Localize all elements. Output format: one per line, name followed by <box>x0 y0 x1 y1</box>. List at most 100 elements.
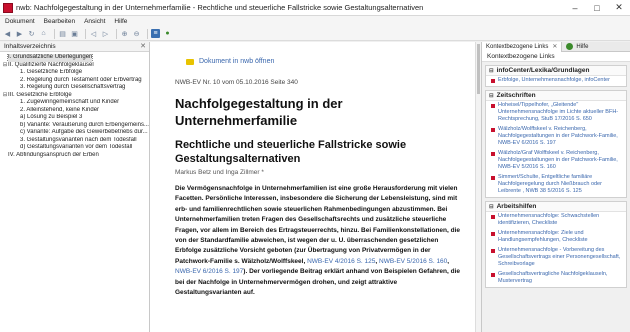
toc-item-label: 1. Zugewinngemeinschaft und Kinder <box>20 99 120 105</box>
menu-hilfe[interactable]: Hilfe <box>114 18 127 25</box>
context-link-label: Hoheisel/Tippelhofer, „Gleitende" Untern… <box>498 102 619 122</box>
collapse-icon[interactable]: ⊟ <box>489 202 494 212</box>
link-section: ⊟ Zeitschriften Hoheisel/Tippelhofer, „Gle… <box>485 90 627 198</box>
toc-item[interactable]: ⊟ II. Qualifizierte Nachfolgeklausel <box>2 62 149 70</box>
toc-item-label: a) Lösung zu Beispiel 3 <box>20 114 83 120</box>
link-section-title: Zeitschriften <box>496 91 536 99</box>
toc-item-label: 3. Gestaltungsvarianten nach dem Todesfa… <box>20 136 137 143</box>
toc-item[interactable]: 1. Zugewinngemeinschaft und Kinder <box>2 99 149 107</box>
document-subtitle: Rechtliche und steuerliche Fallstricke s… <box>175 139 407 165</box>
link-section-title: Arbeitshilfen <box>496 202 537 210</box>
context-link[interactable]: Hoheisel/Tippelhofer, „Gleitende" Untern… <box>486 101 626 125</box>
scrollbar-thumb[interactable] <box>477 44 480 94</box>
toolbar-separator <box>85 28 86 39</box>
context-link-label: Wälzholz/Graf Wolffskeel v. Reichenberg,… <box>498 150 618 170</box>
info-icon[interactable]: ● <box>163 29 172 38</box>
window-title: nwb: Nachfolgegestaltung in der Unterneh… <box>16 3 424 12</box>
ref-link-2[interactable]: NWB-EV 5/2016 S. 160 <box>379 258 447 265</box>
context-link[interactable]: Simmert/Schulte, Entgeltliche familiäre … <box>486 173 626 197</box>
forward-icon[interactable]: ▶ <box>15 29 24 38</box>
body-sep-2: , <box>447 257 450 265</box>
link-section-header[interactable]: ⊟ infoCenter/Lexika/Grundlagen <box>486 66 626 76</box>
toc-item-label: I. Grundsätzliche Überlegungen <box>6 54 94 62</box>
toc-item-label: d) Gestaltungsvarianten vor dem Todesfal… <box>20 144 133 150</box>
print-icon[interactable]: ▤ <box>58 29 67 38</box>
home-icon[interactable]: ⌂ <box>39 29 48 38</box>
key-icon <box>186 58 194 65</box>
ref-link-3[interactable]: NWB-EV 6/2016 S. 197 <box>175 268 243 275</box>
toc-panel-close-icon[interactable]: ✕ <box>140 42 146 52</box>
bullet-icon <box>491 152 495 156</box>
toc-item[interactable]: ⊟ III. Gesetzliche Erbfolge <box>2 92 149 100</box>
bullet-icon <box>491 79 495 83</box>
toc-item[interactable]: 2. Regelung durch Testament oder Erbvert… <box>2 77 149 85</box>
collapse-icon[interactable]: ⊟ <box>489 91 494 101</box>
help-globe-icon <box>566 43 574 50</box>
link-section: ⊟ infoCenter/Lexika/Grundlagen Erbfolge, U… <box>485 65 627 87</box>
toc-item[interactable]: 2. Alleinstehend, keine Kinder <box>2 107 149 115</box>
context-link[interactable]: Wälzholz/Graf Wolffskeel v. Reichenberg,… <box>486 149 626 173</box>
toc-item-label: IV. Abfindungsanspruch der Erben <box>8 151 99 158</box>
bullet-icon <box>491 273 495 277</box>
toc-item[interactable]: c) Variante: Aufgabe des Gewerbebetriebs… <box>2 129 149 137</box>
context-links-panel: Kontextbezogene Links ✕ Hilfe Kontextbez… <box>481 41 630 332</box>
toc-tree: I. Grundsätzliche Überlegungen ⊟ II. Quali… <box>0 52 149 159</box>
toc-panel-header: Inhaltsverzeichnis ✕ <box>0 42 149 52</box>
context-link-label: Simmert/Schulte, Entgeltliche familiäre … <box>498 174 602 194</box>
toc-item[interactable]: b) Variante: Veräußerung durch Erbengeme… <box>2 122 149 130</box>
toc-item[interactable]: 1. Gesetzliche Erbfolge <box>2 69 149 77</box>
context-link[interactable]: Wälzholz/Wolffskeel v. Reichenberg, Nach… <box>486 125 626 149</box>
back-icon[interactable]: ◀ <box>3 29 12 38</box>
menu-dokument[interactable]: Dokument <box>5 18 35 25</box>
bullet-icon <box>491 176 495 180</box>
tab-context-links[interactable]: Kontextbezogene Links ✕ <box>482 41 563 52</box>
app-icon <box>3 2 13 13</box>
toc-item[interactable]: 3. Regelung durch Gesellschaftsvertrag <box>2 84 149 92</box>
context-links-subheader: Kontextbezogene Links <box>482 52 630 62</box>
close-button[interactable]: ✕ <box>608 0 630 16</box>
context-link-label: Wälzholz/Wolffskeel v. Reichenberg, Nach… <box>498 126 618 146</box>
toc-item-label: c) Variante: Aufgabe des Gewerbebetriebs… <box>20 129 148 135</box>
bullet-icon <box>491 232 495 236</box>
menu-ansicht[interactable]: Ansicht <box>84 18 105 25</box>
context-link[interactable]: Gesellschaftsvertragliche Nachfolgeklaus… <box>486 270 626 287</box>
title-bar: nwb: Nachfolgegestaltung in der Unterneh… <box>0 0 630 16</box>
collapse-icon[interactable]: ⊟ <box>489 66 494 76</box>
toc-item[interactable]: 3. Gestaltungsvarianten nach dem Todesfa… <box>2 137 149 145</box>
toc-item[interactable]: I. Grundsätzliche Überlegungen <box>2 54 149 62</box>
document-body: Die Vermögensnachfolge in Unternehmerfam… <box>175 184 465 298</box>
document-title: Nachfolgegestaltung in der Unternehmerfa… <box>175 96 343 128</box>
tab-help[interactable]: Hilfe <box>562 42 592 52</box>
minimize-button[interactable]: – <box>564 0 586 16</box>
zoom-out-icon[interactable]: ⊖ <box>132 29 141 38</box>
toc-item[interactable]: a) Lösung zu Beispiel 3 <box>2 114 149 122</box>
toolbar-separator <box>54 28 55 39</box>
link-section-header[interactable]: ⊟ Arbeitshilfen <box>486 202 626 212</box>
link-section: ⊟ Arbeitshilfen Unternehmensnachfolge: Sch… <box>485 201 627 288</box>
zoom-in-icon[interactable]: ⊕ <box>120 29 129 38</box>
context-link-label: Unternehmensnachfolge - Vorbereitung des… <box>498 247 621 267</box>
maximize-button[interactable]: □ <box>586 0 608 16</box>
toc-panel-title: Inhaltsverzeichnis <box>4 42 56 50</box>
toc-icon[interactable]: ≡ <box>151 29 160 38</box>
context-link[interactable]: Unternehmensnachfolge: Schwachstellen id… <box>486 212 626 229</box>
prev-icon[interactable]: ◁ <box>89 29 98 38</box>
context-link[interactable]: Erbfolge, Unternehmensnachfolge, infoCen… <box>486 76 626 86</box>
open-in-nwb-link[interactable]: Dokument in nwb öffnen <box>186 58 274 65</box>
menu-bearbeiten[interactable]: Bearbeiten <box>44 18 75 25</box>
ref-link-1[interactable]: NWB-EV 4/2016 S. 125 <box>307 258 375 265</box>
toc-item[interactable]: IV. Abfindungsanspruch der Erben <box>2 152 149 160</box>
bullet-icon <box>491 104 495 108</box>
context-link[interactable]: Unternehmensnachfolge: Ziele und Handlun… <box>486 229 626 246</box>
next-icon[interactable]: ▷ <box>101 29 110 38</box>
save-icon[interactable]: ▣ <box>70 29 79 38</box>
toc-item-label: 2. Regelung durch Testament oder Erbvert… <box>20 76 142 83</box>
right-tabs: Kontextbezogene Links ✕ Hilfe <box>482 41 630 52</box>
document-authors: Markus Betz und Inga Zillmer * <box>175 169 264 176</box>
context-link[interactable]: Unternehmensnachfolge - Vorbereitung des… <box>486 246 626 270</box>
toc-item[interactable]: d) Gestaltungsvarianten vor dem Todesfal… <box>2 144 149 152</box>
tab-close-icon[interactable]: ✕ <box>552 42 557 52</box>
toc-item-label: b) Variante: Veräußerung durch Erbengeme… <box>20 121 149 128</box>
refresh-icon[interactable]: ↻ <box>27 29 36 38</box>
link-section-header[interactable]: ⊟ Zeitschriften <box>486 91 626 101</box>
